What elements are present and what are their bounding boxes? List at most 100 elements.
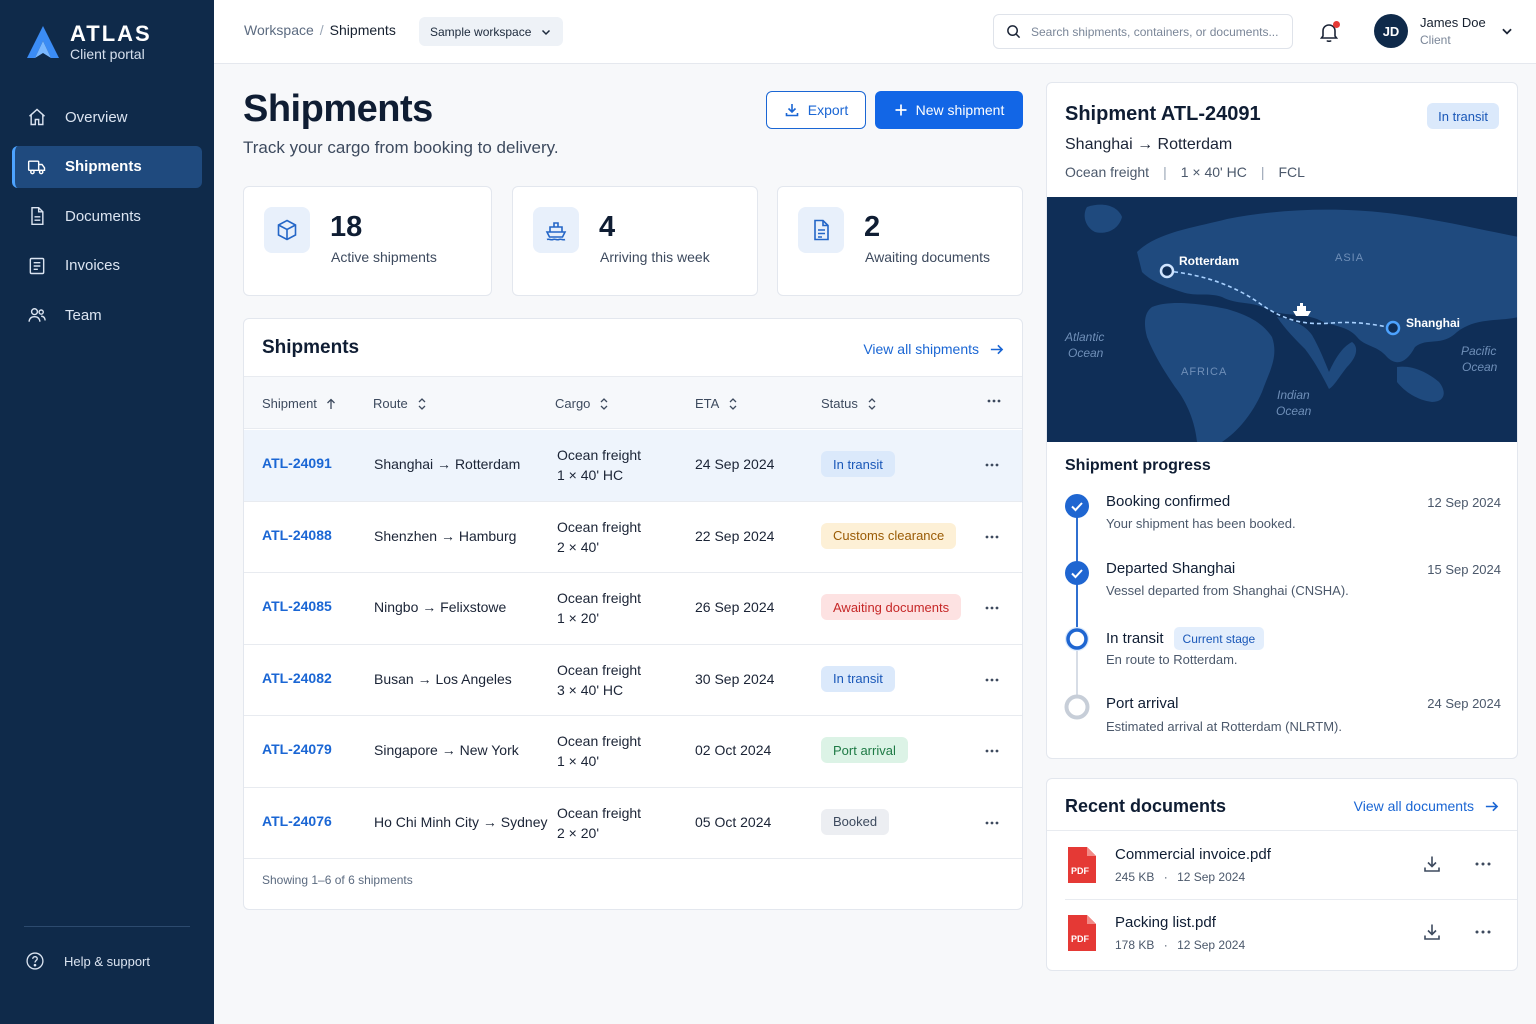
help-support-label: Help & support (64, 953, 150, 969)
team-icon (26, 304, 48, 326)
current-stage-tag: Current stage (1173, 627, 1265, 650)
route-cell: Busan → Los Angeles (374, 670, 512, 687)
new-shipment-button[interactable]: New shipment (875, 91, 1023, 129)
search-box[interactable] (993, 14, 1293, 49)
cargo-container-cell: 2 × 20' (557, 824, 599, 841)
more-options-icon[interactable] (984, 529, 1000, 545)
route-map[interactable]: ASIA AFRICA Atlantic Ocean Pacific Ocean… (1047, 197, 1518, 442)
view-all-documents-link[interactable]: View all documents (1354, 798, 1499, 814)
column-header-status[interactable]: Status (821, 396, 878, 411)
export-button[interactable]: Export (766, 91, 866, 129)
arrow-right-icon (1485, 801, 1499, 811)
more-options-icon[interactable] (1473, 854, 1493, 874)
cargo-container-cell: 2 × 40' (557, 538, 599, 555)
sidebar-item-documents[interactable]: Documents (12, 195, 202, 237)
shipment-id-link[interactable]: ATL-24091 (262, 455, 332, 471)
shipment-id-link[interactable]: ATL-24082 (262, 670, 332, 686)
map-label-asia: ASIA (1335, 252, 1364, 264)
status-badge: In transit (1427, 103, 1499, 129)
more-options-icon[interactable] (984, 600, 1000, 616)
pdf-file-icon: PDF (1068, 847, 1096, 883)
column-header-cargo[interactable]: Cargo (555, 396, 610, 411)
eta-cell: 26 Sep 2024 (695, 599, 775, 615)
eta-cell: 02 Oct 2024 (695, 742, 772, 758)
avatar[interactable]: JD (1374, 14, 1408, 48)
table-title: Shipments (262, 337, 360, 358)
stat-label: Active shipments (331, 249, 437, 265)
chevron-down-icon (542, 29, 551, 35)
file-type-label: PDF (1071, 934, 1090, 944)
more-options-icon[interactable] (984, 672, 1000, 688)
breadcrumb: Workspace / Shipments (244, 22, 396, 38)
workspace-select[interactable]: Sample workspace (419, 17, 564, 46)
document-name[interactable]: Packing list.pdf (1115, 914, 1216, 931)
cargo-mode-cell: Ocean freight (557, 518, 642, 535)
table-row[interactable]: ATL-24079 Singapore → New York Ocean freig… (244, 716, 1022, 788)
table-row[interactable]: ATL-24091 Shanghai → Rotterdam Ocean freig… (244, 430, 1022, 502)
shipment-id-link[interactable]: ATL-24088 (262, 527, 332, 543)
stat-value: 4 (599, 211, 616, 243)
more-options-icon[interactable] (984, 457, 1000, 473)
help-support-link[interactable]: Help & support (24, 950, 150, 972)
workspace-select-value: Sample workspace (430, 24, 532, 39)
map-label-origin: Shanghai (1406, 316, 1460, 330)
table-footer: Showing 1–6 of 6 shipments (262, 873, 413, 887)
breadcrumb-workspace[interactable]: Workspace (244, 22, 314, 38)
column-header-label: Cargo (555, 396, 591, 411)
shipments-table-card: Shipments View all shipments Shipment Ro… (243, 318, 1023, 910)
stat-card-active: 18 Active shipments (243, 186, 492, 296)
table-row[interactable]: ATL-24085 Ningbo → Felixstowe Ocean freigh… (244, 573, 1022, 645)
atlas-logo-icon (27, 26, 59, 58)
shipment-id-link[interactable]: ATL-24079 (262, 741, 332, 757)
step-date: 15 Sep 2024 (1427, 562, 1501, 577)
detail-meta: Ocean freight | 1 × 40' HC | FCL (1065, 164, 1305, 180)
more-options-icon[interactable] (984, 815, 1000, 831)
document-name[interactable]: Commercial invoice.pdf (1115, 846, 1271, 863)
step-description: Estimated arrival at Rotterdam (NLRTM). (1106, 719, 1342, 734)
more-options-icon[interactable] (984, 743, 1000, 759)
table-row[interactable]: ATL-24082 Busan → Los Angeles Ocean freigh… (244, 645, 1022, 716)
column-header-eta[interactable]: ETA (695, 396, 739, 411)
sort-icon (418, 397, 426, 410)
sidebar-item-shipments[interactable]: Shipments (12, 145, 202, 188)
step-title-row: In transit Current stage (1106, 627, 1265, 650)
table-row[interactable]: ATL-24076 Ho Chi Minh City → Sydney Ocean … (244, 788, 1022, 859)
divider (1047, 830, 1517, 831)
download-icon[interactable] (1422, 922, 1442, 942)
download-icon[interactable] (1422, 854, 1442, 874)
search-input[interactable] (1031, 24, 1281, 39)
chevron-down-icon[interactable] (1500, 24, 1514, 38)
notifications-button[interactable] (1317, 20, 1341, 44)
more-options-icon[interactable] (986, 393, 1002, 409)
detail-mode: Ocean freight (1065, 164, 1150, 180)
stat-card-awaiting: 2 Awaiting documents (777, 186, 1023, 296)
column-header-route[interactable]: Route (373, 396, 428, 411)
sidebar-item-invoices[interactable]: Invoices (12, 245, 202, 287)
sidebar-item-team[interactable]: Team (12, 294, 202, 336)
more-options-icon[interactable] (1473, 922, 1493, 942)
page-title: Shipments (243, 88, 433, 130)
step-title: Booking confirmed (1106, 493, 1231, 510)
topbar: Workspace / Shipments Sample workspace J… (214, 0, 1536, 64)
step-title: Departed Shanghai (1106, 560, 1236, 577)
shipment-id-link[interactable]: ATL-24076 (262, 813, 332, 829)
view-all-shipments-link[interactable]: View all shipments (863, 341, 1004, 357)
step-date: 24 Sep 2024 (1427, 696, 1501, 711)
meta-separator: · (1163, 870, 1168, 884)
step-date: 12 Sep 2024 (1427, 495, 1501, 510)
ship-icon (533, 207, 579, 253)
brand[interactable]: ATLAS Client portal (24, 22, 152, 62)
detail-route: Shanghai → Rotterdam (1065, 136, 1233, 153)
sidebar-item-overview[interactable]: Overview (12, 96, 202, 138)
sidebar-item-label: Invoices (65, 257, 121, 274)
table-row[interactable]: ATL-24088 Shenzhen → Hamburg Ocean freight… (244, 502, 1022, 573)
breadcrumb-separator: / (319, 22, 324, 38)
eta-cell: 22 Sep 2024 (695, 527, 775, 544)
cargo-mode-cell: Ocean freight (557, 661, 642, 678)
shipment-id-link[interactable]: ATL-24085 (262, 598, 332, 614)
document-date: 12 Sep 2024 (1177, 938, 1246, 952)
pdf-file-icon: PDF (1068, 915, 1096, 951)
document-item[interactable]: PDF Packing list.pdf 178 KB · 12 Sep 202… (1047, 900, 1517, 968)
document-item[interactable]: PDF Commercial invoice.pdf 245 KB · 12 S… (1047, 832, 1517, 900)
column-header-shipment[interactable]: Shipment (262, 396, 337, 411)
